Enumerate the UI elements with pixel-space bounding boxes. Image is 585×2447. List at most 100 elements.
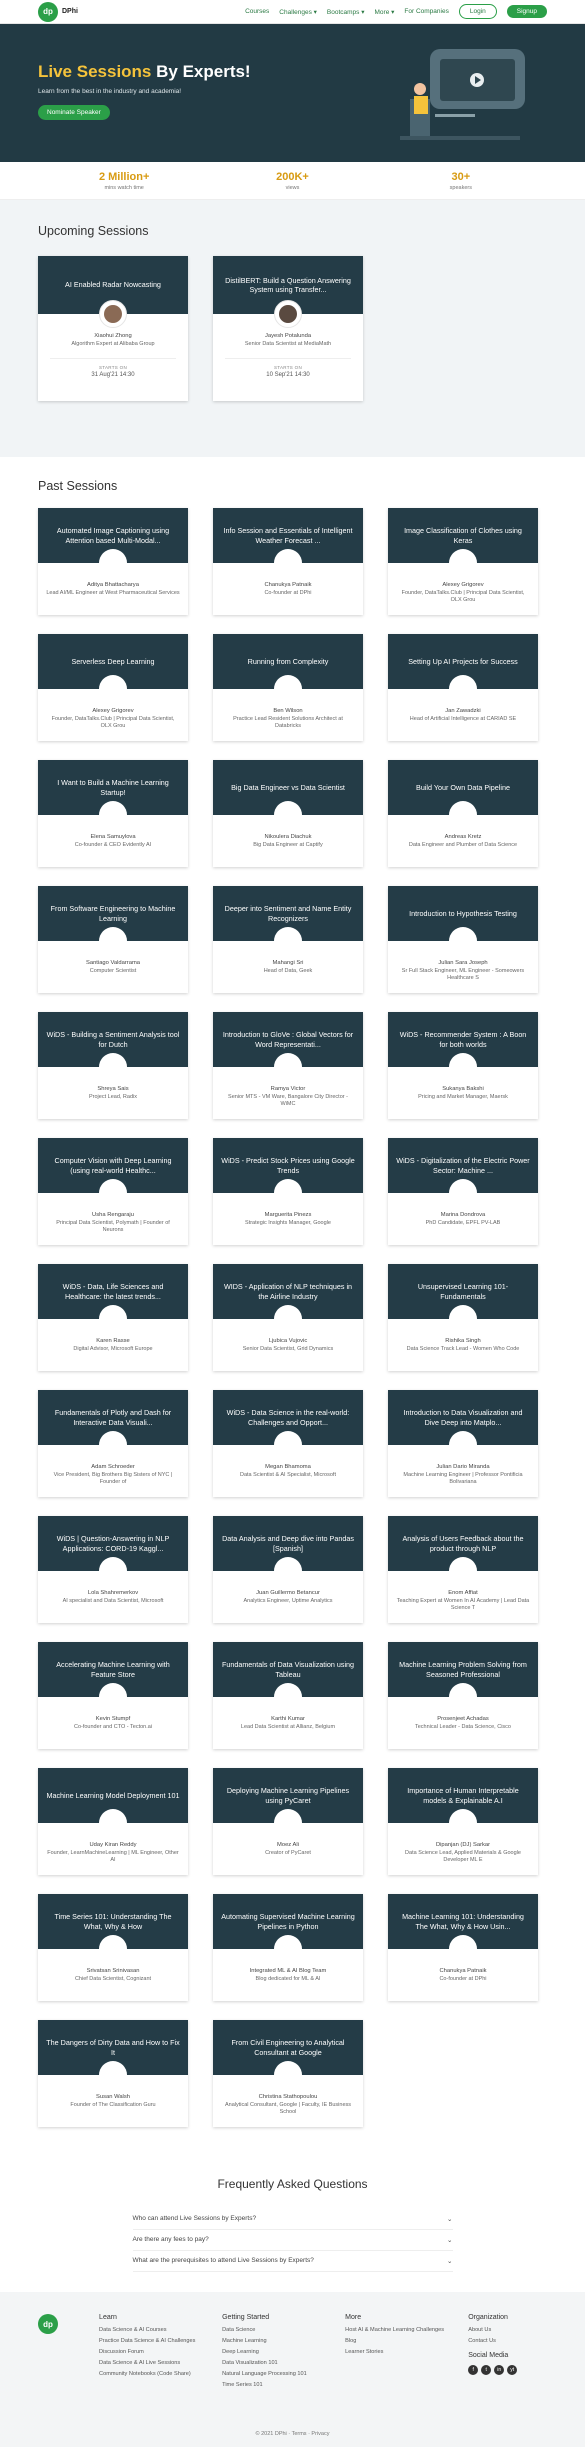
stat-value: 200K+ [276, 170, 309, 183]
nav-challenges[interactable]: Challenges ▾ [279, 8, 317, 16]
footer-link[interactable]: Natural Language Processing 101 [222, 2371, 345, 2377]
past-session-card[interactable]: Accelerating Machine Learning with Featu… [38, 1642, 188, 1749]
past-session-card[interactable]: Setting Up AI Projects for Success Jan Za… [388, 634, 538, 741]
past-session-card[interactable]: The Dangers of Dirty Data and How to Fix… [38, 2020, 188, 2127]
avatar [99, 1935, 127, 1963]
past-session-card[interactable]: Image Classification of Clothes using Ke… [388, 508, 538, 615]
past-session-card[interactable]: Data Analysis and Deep dive into Pandas … [213, 1516, 363, 1623]
past-session-card[interactable]: Automating Supervised Machine Learning P… [213, 1894, 363, 2001]
upcoming-sessions: Upcoming Sessions AI Enabled Radar Nowca… [0, 200, 585, 457]
footer-link[interactable]: Deep Learning [222, 2349, 345, 2355]
past-session-card[interactable]: Machine Learning Problem Solving from Se… [388, 1642, 538, 1749]
past-session-card[interactable]: Fundamentals of Data Visualization using… [213, 1642, 363, 1749]
past-session-card[interactable]: Running from Complexity Ben Wilson Practic… [213, 634, 363, 741]
avatar [274, 2061, 302, 2089]
footer-col-learn: Learn Data Science & AI Courses Practice… [99, 2314, 222, 2393]
past-session-card[interactable]: From Civil Engineering to Analytical Con… [213, 2020, 363, 2127]
footer-link[interactable]: Data Science [222, 2327, 345, 2333]
past-session-card[interactable]: Serverless Deep Learning Alexey Grigorev F… [38, 634, 188, 741]
twitter-icon[interactable]: t [481, 2365, 492, 2375]
footer-link[interactable]: Host AI & Machine Learning Challenges [345, 2327, 468, 2333]
speaker-role: Co-founder at DPhi [264, 590, 312, 596]
upcoming-session-card[interactable]: DistilBERT: Build a Question Answering S… [213, 256, 363, 401]
past-session-card[interactable]: Computer Vision with Deep Learning (usin… [38, 1138, 188, 1245]
speaker-role: Algorithm Expert at Alibaba Group [71, 341, 155, 347]
speaker-role: Computer Scientist [89, 968, 137, 974]
logo[interactable]: dp DPhi [38, 1, 78, 22]
past-session-card[interactable]: Info Session and Essentials of Intellige… [213, 508, 363, 615]
footer-link[interactable]: Community Notebooks (Code Share) [99, 2371, 222, 2377]
past-session-card[interactable]: Importance of Human Interpretable models… [388, 1768, 538, 1875]
speaker-role: Co-founder at DPhi [439, 1976, 487, 1982]
nav-courses[interactable]: Courses [245, 8, 269, 15]
past-session-card[interactable]: Introduction to Data Visualization and D… [388, 1390, 538, 1497]
speaker-name: Ljubica Vujovic [268, 1338, 308, 1344]
speaker-role: Pricing and Market Manager, Maersk [418, 1094, 508, 1100]
past-session-card[interactable]: WiDS - Building a Sentiment Analysis too… [38, 1012, 188, 1119]
past-session-card[interactable]: WiDS - Data, Life Sciences and Healthcar… [38, 1264, 188, 1371]
past-session-card[interactable]: Time Series 101: Understanding The What,… [38, 1894, 188, 2001]
linkedin-icon[interactable]: in [494, 2365, 505, 2375]
past-session-card[interactable]: Fundamentals of Plotly and Dash for Inte… [38, 1390, 188, 1497]
past-session-card[interactable]: From Software Engineering to Machine Lea… [38, 886, 188, 993]
faq-item[interactable]: Who can attend Live Sessions by Experts?… [132, 2209, 453, 2230]
facebook-icon[interactable]: f [468, 2365, 479, 2375]
speaker-name: Xiaohui Zhong [94, 333, 132, 339]
footer-link[interactable]: Practice Data Science & AI Challenges [99, 2338, 222, 2344]
nav-bootcamps[interactable]: Bootcamps ▾ [327, 8, 365, 16]
upcoming-session-card[interactable]: AI Enabled Radar Nowcasting Xiaohui Zhon… [38, 256, 188, 401]
brand-name: DPhi [62, 8, 78, 15]
past-session-card[interactable]: WiDS - Recommender System : A Boon for b… [388, 1012, 538, 1119]
past-session-card[interactable]: WIDS - Application of NLP techniques in … [213, 1264, 363, 1371]
past-session-card[interactable]: Build Your Own Data Pipeline Andreas Kret… [388, 760, 538, 867]
past-session-card[interactable]: Machine Learning 101: Understanding The … [388, 1894, 538, 2001]
avatar [274, 801, 302, 829]
footer-link[interactable]: Learner Stories [345, 2349, 468, 2355]
nav-more[interactable]: More ▾ [375, 8, 395, 16]
faq-title: Frequently Asked Questions [217, 2177, 368, 2191]
footer-link[interactable]: Contact Us [468, 2338, 547, 2344]
speaker-name: Juan Guillermo Betancur [256, 1590, 320, 1596]
youtube-icon[interactable]: yt [507, 2365, 518, 2375]
past-session-card[interactable]: Automated Image Captioning using Attenti… [38, 508, 188, 615]
footer-link[interactable]: About Us [468, 2327, 547, 2333]
past-session-card[interactable]: Introduction to Hypothesis Testing Julian… [388, 886, 538, 993]
past-session-card[interactable]: WiDS - Predict Stock Prices using Google… [213, 1138, 363, 1245]
faq-item[interactable]: What are the prerequisites to attend Liv… [132, 2251, 453, 2272]
footer-link[interactable]: Blog [345, 2338, 468, 2344]
nav-for-companies[interactable]: For Companies [404, 8, 448, 15]
past-session-card[interactable]: Machine Learning Model Deployment 101 Uda… [38, 1768, 188, 1875]
faq-item[interactable]: Are there any fees to pay? ⌄ [132, 2230, 453, 2251]
login-button[interactable]: Login [458, 4, 497, 19]
speaker-role: Data Scientist & AI Specialist, Microsof… [240, 1472, 336, 1478]
footer-link[interactable]: Discussion Forum [99, 2349, 222, 2355]
speaker-name: Karen Rasse [96, 1338, 130, 1344]
past-session-card[interactable]: WiDS | Question-Answering in NLP Applica… [38, 1516, 188, 1623]
past-session-card[interactable]: WiDS - Digitalization of the Electric Po… [388, 1138, 538, 1245]
nominate-speaker-button[interactable]: Nominate Speaker [38, 105, 110, 120]
speaker-role: Lead AI/ML Engineer at West Pharmaceutic… [46, 590, 180, 596]
past-session-card[interactable]: I Want to Build a Machine Learning Start… [38, 760, 188, 867]
past-session-card[interactable]: Big Data Engineer vs Data Scientist Nikou… [213, 760, 363, 867]
stat-label: views [285, 184, 300, 191]
past-session-card[interactable]: Deeper into Sentiment and Name Entity Re… [213, 886, 363, 993]
speaker-role: Machine Learning Engineer | Professor Po… [403, 1472, 523, 1486]
past-session-card[interactable]: Unsupervised Learning 101- Fundamentals R… [388, 1264, 538, 1371]
past-session-card[interactable]: Deploying Machine Learning Pipelines usi… [213, 1768, 363, 1875]
nav-more-label: More [374, 8, 390, 16]
footer-link[interactable]: Machine Learning [222, 2338, 345, 2344]
past-session-card[interactable]: Introduction to GloVe : Global Vectors f… [213, 1012, 363, 1119]
footer-col-title: Organization [468, 2314, 508, 2321]
avatar [99, 1557, 127, 1585]
logo-mark: dp [38, 2314, 58, 2334]
past-session-card[interactable]: WiDS - Data Science in the real-world: C… [213, 1390, 363, 1497]
avatar [274, 549, 302, 577]
footer-link[interactable]: Data Science & AI Live Sessions [99, 2360, 222, 2366]
footer-link[interactable]: Data Visualization 101 [222, 2360, 345, 2366]
signup-button[interactable]: Signup [506, 5, 547, 18]
speaker-role: Analytics Engineer, Uptime Analytics [243, 1598, 333, 1604]
stat-label: mins watch time [104, 184, 144, 191]
footer-logo[interactable]: dp [38, 2314, 99, 2393]
past-session-card[interactable]: Analysis of Users Feedback about the pro… [388, 1516, 538, 1623]
footer-link[interactable]: Data Science & AI Courses [99, 2327, 222, 2333]
